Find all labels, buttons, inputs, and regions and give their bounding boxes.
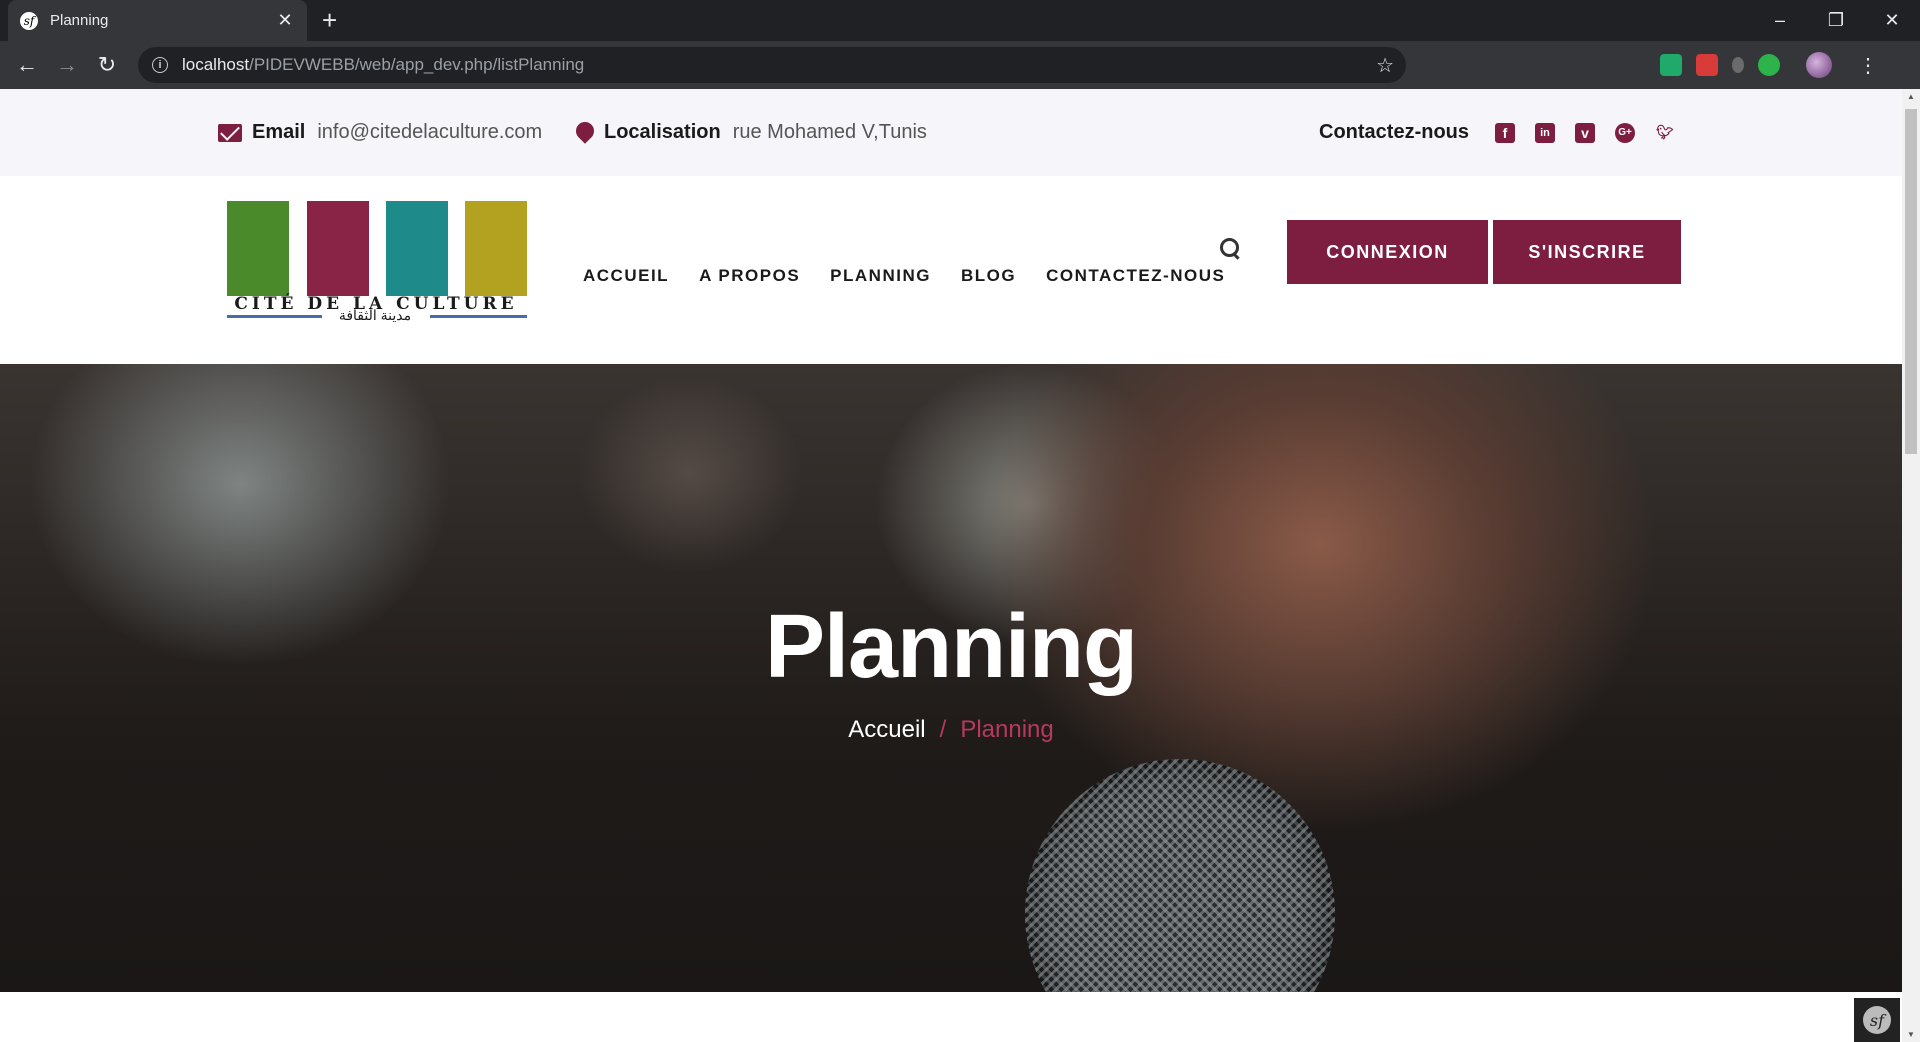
location-value: rue Mohamed V,Tunis bbox=[732, 121, 927, 143]
connexion-button[interactable]: CONNEXION bbox=[1287, 220, 1488, 284]
page: Email info@citedelaculture.com Localisat… bbox=[0, 89, 1902, 1042]
browser-tab[interactable]: sf Planning ✕ bbox=[8, 0, 307, 41]
search-icon[interactable] bbox=[1220, 238, 1242, 260]
sinscrire-button[interactable]: S'INSCRIRE bbox=[1493, 220, 1681, 284]
logo-arabic-text: مدينة الثقافة bbox=[338, 307, 412, 323]
email-info: Email info@citedelaculture.com bbox=[218, 121, 542, 144]
top-info-bar: Email info@citedelaculture.com Localisat… bbox=[0, 89, 1902, 176]
breadcrumb: Accueil / Planning bbox=[0, 716, 1902, 744]
address-bar[interactable]: i localhost/PIDEVWEBB/web/app_dev.php/li… bbox=[138, 47, 1406, 83]
site-header: CITÉ DE LA CULTURE مدينة الثقافة ACCUEIL… bbox=[0, 176, 1902, 364]
profile-avatar[interactable] bbox=[1806, 52, 1832, 78]
forward-icon[interactable]: → bbox=[47, 45, 87, 85]
bookmark-star-icon[interactable]: ☆ bbox=[1376, 53, 1394, 78]
page-title: Planning bbox=[765, 597, 1138, 697]
tab-title: Planning bbox=[50, 12, 109, 29]
breadcrumb-home[interactable]: Accueil bbox=[848, 716, 925, 743]
site-info-icon[interactable]: i bbox=[152, 57, 168, 73]
site-logo[interactable]: CITÉ DE LA CULTURE مدينة الثقافة bbox=[225, 201, 527, 325]
minimize-icon[interactable]: – bbox=[1752, 0, 1808, 41]
scroll-down-icon[interactable]: ▼ bbox=[1907, 1030, 1915, 1039]
symfony-toolbar-toggle[interactable]: sf bbox=[1854, 998, 1900, 1042]
close-window-icon[interactable]: ✕ bbox=[1864, 0, 1920, 41]
play-extension-icon[interactable] bbox=[1758, 54, 1780, 76]
location-info: Localisation rue Mohamed V,Tunis bbox=[572, 117, 927, 144]
nav-contactez-nous[interactable]: CONTACTEZ-NOUS bbox=[1046, 266, 1225, 286]
reload-icon[interactable]: ↻ bbox=[87, 45, 127, 85]
logo-underline-left bbox=[227, 315, 322, 318]
logo-block-yellow bbox=[465, 201, 527, 296]
logo-underline-right bbox=[430, 315, 527, 318]
back-icon[interactable]: ← bbox=[7, 45, 47, 85]
symfony-favicon-icon: sf bbox=[20, 11, 38, 30]
twitter-icon[interactable]: 🐦︎ bbox=[1655, 123, 1675, 143]
pocket-icon[interactable] bbox=[1696, 54, 1718, 76]
breadcrumb-separator: / bbox=[939, 716, 947, 743]
scroll-up-icon[interactable]: ▲ bbox=[1907, 92, 1915, 101]
linkedin-icon[interactable]: in bbox=[1535, 122, 1555, 143]
nav-accueil[interactable]: ACCUEIL bbox=[583, 266, 669, 286]
symfony-icon: sf bbox=[1863, 1006, 1891, 1034]
hero-banner: Planning Accueil / Planning bbox=[0, 364, 1902, 992]
shield-extension-icon[interactable] bbox=[1732, 57, 1744, 73]
nav-blog[interactable]: BLOG bbox=[961, 266, 1016, 286]
close-tab-icon[interactable]: ✕ bbox=[275, 10, 295, 31]
logo-block-green bbox=[227, 201, 289, 296]
contact-us-label: Contactez-nous bbox=[1319, 121, 1469, 143]
extension-icon[interactable] bbox=[1660, 54, 1682, 76]
scrollbar-thumb[interactable] bbox=[1905, 109, 1917, 454]
logo-block-teal bbox=[386, 201, 448, 296]
main-nav: ACCUEIL A PROPOS PLANNING BLOG CONTACTEZ… bbox=[583, 266, 1225, 286]
location-label: Localisation bbox=[604, 121, 721, 143]
restore-icon[interactable]: ❐ bbox=[1808, 0, 1864, 41]
browser-toolbar: ← → ↻ i localhost/PIDEVWEBB/web/app_dev.… bbox=[0, 41, 1920, 89]
url-text[interactable]: localhost/PIDEVWEBB/web/app_dev.php/list… bbox=[182, 55, 584, 75]
social-links: Contactez-nous f in v G+ 🐦︎ bbox=[1319, 121, 1675, 144]
vimeo-icon[interactable]: v bbox=[1575, 122, 1595, 143]
envelope-icon bbox=[218, 123, 242, 142]
email-value[interactable]: info@citedelaculture.com bbox=[317, 121, 542, 144]
url-path: /PIDEVWEBB/web/app_dev.php/listPlanning bbox=[249, 55, 585, 74]
nav-planning[interactable]: PLANNING bbox=[830, 266, 931, 286]
nav-a-propos[interactable]: A PROPOS bbox=[699, 266, 800, 286]
window-controls: – ❐ ✕ bbox=[1752, 0, 1920, 41]
extensions: ⋮ bbox=[1660, 52, 1878, 78]
chrome-menu-icon[interactable]: ⋮ bbox=[1858, 53, 1878, 78]
url-host: localhost bbox=[182, 55, 250, 74]
map-pin-icon bbox=[572, 117, 598, 144]
facebook-icon[interactable]: f bbox=[1495, 122, 1515, 143]
google-plus-icon[interactable]: G+ bbox=[1615, 122, 1635, 143]
breadcrumb-current: Planning bbox=[960, 716, 1054, 743]
logo-block-red bbox=[307, 201, 369, 296]
email-label: Email bbox=[252, 121, 306, 143]
new-tab-button[interactable]: + bbox=[322, 6, 337, 34]
page-scrollbar[interactable]: ▲ ▼ bbox=[1902, 89, 1920, 1042]
browser-tabbar: sf Planning ✕ + – ❐ ✕ bbox=[0, 0, 1920, 41]
